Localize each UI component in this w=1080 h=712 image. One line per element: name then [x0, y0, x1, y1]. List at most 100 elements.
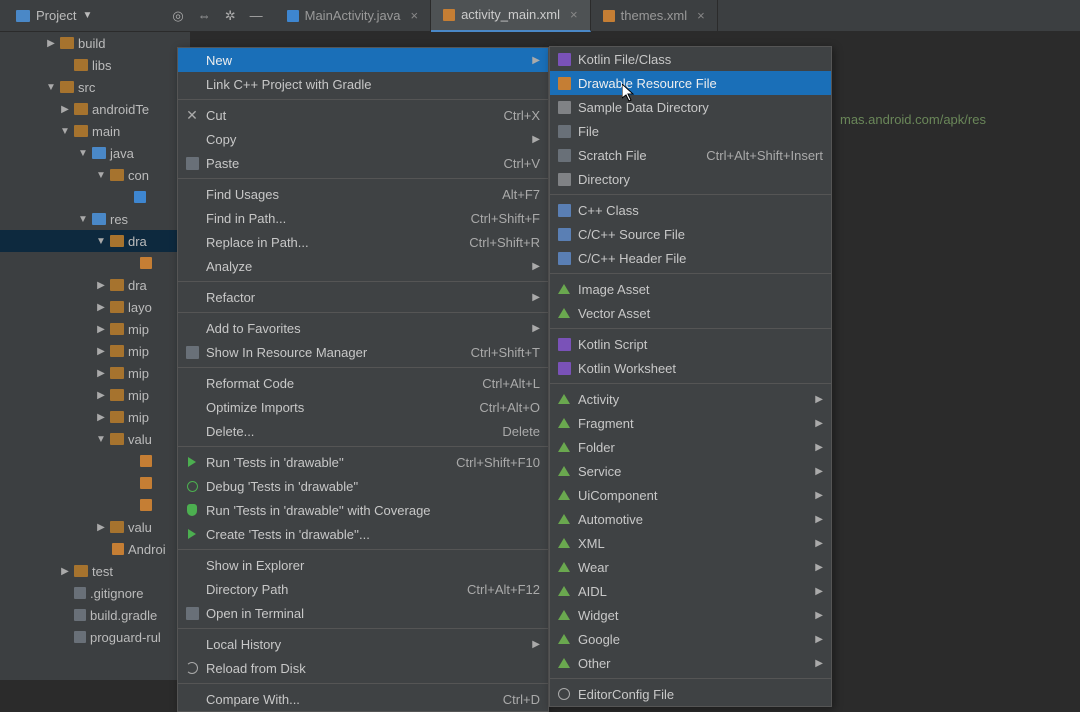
tree-item[interactable]: ▼valu — [0, 428, 190, 450]
menu-item-reformat-code[interactable]: Reformat CodeCtrl+Alt+L — [178, 371, 548, 395]
context-menu[interactable]: New▶Link C++ Project with Gradle ✕CutCtrl… — [177, 47, 549, 712]
expand-arrow-icon[interactable]: ▶ — [46, 38, 56, 49]
expand-arrow-icon[interactable]: ▼ — [96, 434, 106, 445]
tree-item[interactable] — [0, 252, 190, 274]
tree-item[interactable]: ▶mip — [0, 362, 190, 384]
menu-item-scratch-file[interactable]: Scratch FileCtrl+Alt+Shift+Insert — [550, 143, 831, 167]
menu-item-directory[interactable]: Directory — [550, 167, 831, 191]
project-dropdown[interactable]: Project ▼ — [6, 4, 102, 27]
menu-item-widget[interactable]: Widget▶ — [550, 603, 831, 627]
menu-item-c-class[interactable]: C++ Class — [550, 198, 831, 222]
tree-item[interactable]: proguard-rul — [0, 626, 190, 648]
tree-item[interactable] — [0, 472, 190, 494]
menu-item-local-history[interactable]: Local History▶ — [178, 632, 548, 656]
expand-arrow-icon[interactable]: ▼ — [60, 126, 70, 137]
tree-item[interactable]: ▶mip — [0, 406, 190, 428]
expand-arrow-icon[interactable]: ▶ — [96, 302, 106, 313]
tree-item[interactable]: ▼dra — [0, 230, 190, 252]
expand-arrow-icon[interactable]: ▶ — [96, 346, 106, 357]
tab-themes-xml[interactable]: themes.xml× — [591, 0, 718, 32]
menu-item-directory-path[interactable]: Directory PathCtrl+Alt+F12 — [178, 577, 548, 601]
expand-arrow-icon[interactable]: ▶ — [96, 412, 106, 423]
menu-item-open-in-terminal[interactable]: Open in Terminal — [178, 601, 548, 625]
tree-item[interactable]: build.gradle — [0, 604, 190, 626]
menu-item-link-c-project-with-gradle[interactable]: Link C++ Project with Gradle — [178, 72, 548, 96]
expand-arrow-icon[interactable]: ▶ — [96, 522, 106, 533]
menu-item-paste[interactable]: PasteCtrl+V — [178, 151, 548, 175]
close-icon[interactable]: × — [697, 8, 705, 23]
tree-item[interactable]: ▶dra — [0, 274, 190, 296]
menu-item-uicomponent[interactable]: UiComponent▶ — [550, 483, 831, 507]
new-submenu[interactable]: Kotlin File/ClassDrawable Resource FileS… — [549, 46, 832, 707]
menu-item-run-tests-in-drawable-with-coverage[interactable]: Run 'Tests in 'drawable'' with Coverage — [178, 498, 548, 522]
menu-item-new[interactable]: New▶ — [178, 48, 548, 72]
menu-item-show-in-resource-manager[interactable]: Show In Resource ManagerCtrl+Shift+T — [178, 340, 548, 364]
menu-item-kotlin-worksheet[interactable]: Kotlin Worksheet — [550, 356, 831, 380]
tree-item[interactable]: libs — [0, 54, 190, 76]
menu-item-xml[interactable]: XML▶ — [550, 531, 831, 555]
menu-item-vector-asset[interactable]: Vector Asset — [550, 301, 831, 325]
close-icon[interactable]: × — [570, 7, 578, 22]
menu-item-create-tests-in-drawable[interactable]: Create 'Tests in 'drawable''... — [178, 522, 548, 546]
menu-item-fragment[interactable]: Fragment▶ — [550, 411, 831, 435]
expand-arrow-icon[interactable]: ▼ — [78, 148, 88, 159]
menu-item-debug-tests-in-drawable[interactable]: Debug 'Tests in 'drawable'' — [178, 474, 548, 498]
tree-item[interactable]: ▼main — [0, 120, 190, 142]
expand-arrow-icon[interactable]: ▶ — [96, 324, 106, 335]
menu-item-find-usages[interactable]: Find UsagesAlt+F7 — [178, 182, 548, 206]
gear-icon[interactable]: ✲ — [225, 8, 236, 24]
split-icon[interactable]: ⇔ — [198, 8, 211, 24]
tree-item[interactable]: Androi — [0, 538, 190, 560]
tree-item[interactable]: ▶mip — [0, 384, 190, 406]
tree-item[interactable]: ▼java — [0, 142, 190, 164]
expand-arrow-icon[interactable]: ▶ — [60, 566, 70, 577]
menu-item-c-c-header-file[interactable]: C/C++ Header File — [550, 246, 831, 270]
tree-item[interactable] — [0, 450, 190, 472]
target-icon[interactable]: ◎ — [172, 8, 183, 24]
menu-item-copy[interactable]: Copy▶ — [178, 127, 548, 151]
tree-item[interactable]: ▶valu — [0, 516, 190, 538]
menu-item-analyze[interactable]: Analyze▶ — [178, 254, 548, 278]
menu-item-reload-from-disk[interactable]: Reload from Disk — [178, 656, 548, 680]
tree-item[interactable] — [0, 494, 190, 516]
menu-item-file[interactable]: File — [550, 119, 831, 143]
tab-mainactivity-java[interactable]: MainActivity.java× — [275, 0, 431, 32]
menu-item-cut[interactable]: ✕CutCtrl+X — [178, 103, 548, 127]
tree-item[interactable] — [0, 186, 190, 208]
tree-item[interactable]: ▼src — [0, 76, 190, 98]
menu-item-run-tests-in-drawable[interactable]: Run 'Tests in 'drawable''Ctrl+Shift+F10 — [178, 450, 548, 474]
menu-item-service[interactable]: Service▶ — [550, 459, 831, 483]
menu-item-replace-in-path[interactable]: Replace in Path...Ctrl+Shift+R — [178, 230, 548, 254]
menu-item-wear[interactable]: Wear▶ — [550, 555, 831, 579]
tree-item[interactable]: ▼con — [0, 164, 190, 186]
tab-activity-main-xml[interactable]: activity_main.xml× — [431, 0, 591, 32]
menu-item-compare-with[interactable]: Compare With...Ctrl+D — [178, 687, 548, 711]
menu-item-optimize-imports[interactable]: Optimize ImportsCtrl+Alt+O — [178, 395, 548, 419]
expand-arrow-icon[interactable]: ▼ — [96, 236, 106, 247]
tree-item[interactable]: ▶mip — [0, 318, 190, 340]
expand-arrow-icon[interactable]: ▶ — [96, 280, 106, 291]
menu-item-sample-data-directory[interactable]: Sample Data Directory — [550, 95, 831, 119]
tree-item[interactable]: ▶layo — [0, 296, 190, 318]
expand-arrow-icon[interactable]: ▼ — [96, 170, 106, 181]
expand-arrow-icon[interactable]: ▶ — [60, 104, 70, 115]
tree-item[interactable]: ▶test — [0, 560, 190, 582]
menu-item-kotlin-file-class[interactable]: Kotlin File/Class — [550, 47, 831, 71]
tree-item[interactable]: ▶androidTe — [0, 98, 190, 120]
menu-item-activity[interactable]: Activity▶ — [550, 387, 831, 411]
menu-item-add-to-favorites[interactable]: Add to Favorites▶ — [178, 316, 548, 340]
close-icon[interactable]: × — [410, 8, 418, 23]
expand-arrow-icon[interactable]: ▶ — [96, 368, 106, 379]
menu-item-drawable-resource-file[interactable]: Drawable Resource File — [550, 71, 831, 95]
menu-item-show-in-explorer[interactable]: Show in Explorer — [178, 553, 548, 577]
tree-item[interactable]: ▶build — [0, 32, 190, 54]
collapse-icon[interactable]: — — [250, 8, 263, 24]
expand-arrow-icon[interactable]: ▼ — [46, 82, 56, 93]
menu-item-c-c-source-file[interactable]: C/C++ Source File — [550, 222, 831, 246]
menu-item-find-in-path[interactable]: Find in Path...Ctrl+Shift+F — [178, 206, 548, 230]
tree-item[interactable]: ▶mip — [0, 340, 190, 362]
menu-item-editorconfig-file[interactable]: EditorConfig File — [550, 682, 831, 706]
project-tree[interactable]: ▶buildlibs▼src▶androidTe▼main▼java▼con▼r… — [0, 32, 190, 680]
menu-item-kotlin-script[interactable]: Kotlin Script — [550, 332, 831, 356]
menu-item-image-asset[interactable]: Image Asset — [550, 277, 831, 301]
